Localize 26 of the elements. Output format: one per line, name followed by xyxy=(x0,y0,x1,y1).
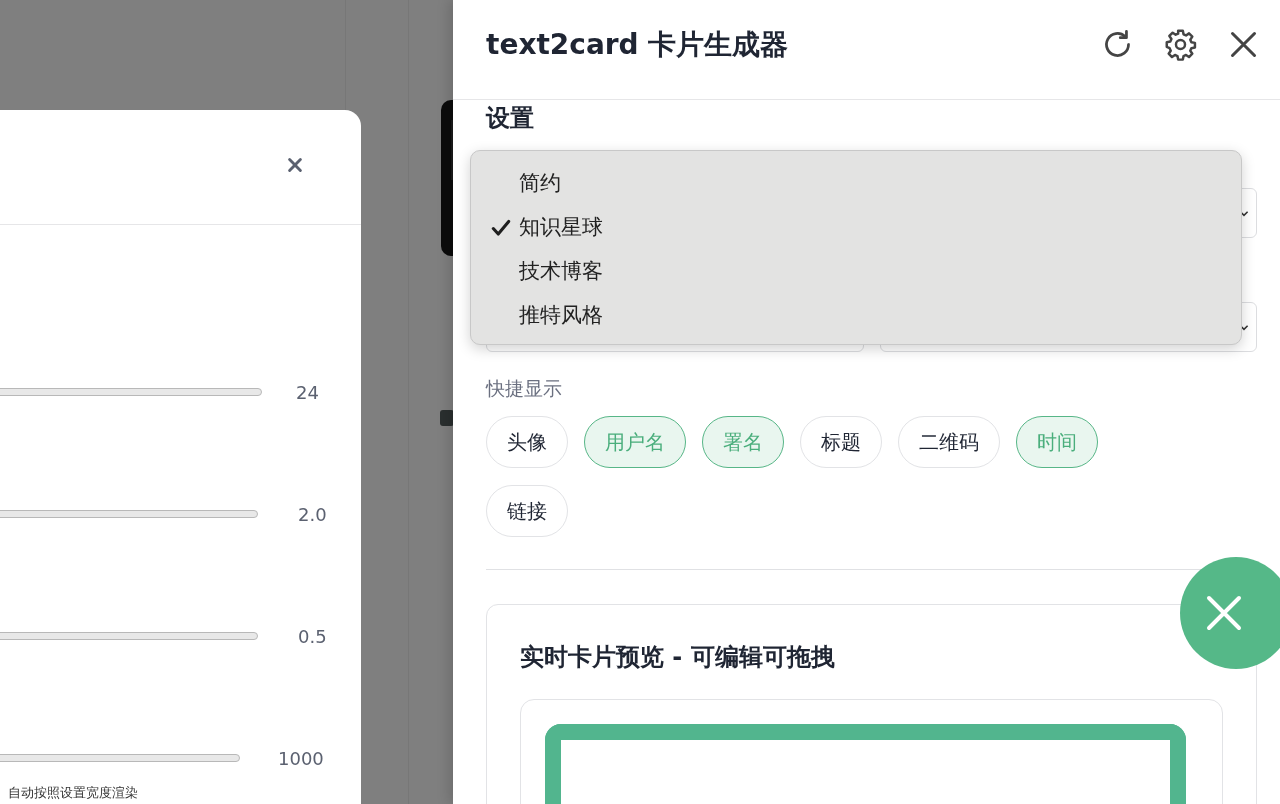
menu-option[interactable]: 知识星球 xyxy=(471,205,1241,249)
badge-icon xyxy=(440,410,454,426)
preview-title: 实时卡片预览 - 可编辑可拖拽 xyxy=(520,642,836,673)
close-icon xyxy=(1204,593,1244,633)
check-icon xyxy=(490,217,512,239)
slider-track[interactable] xyxy=(0,754,240,762)
settings-icon[interactable] xyxy=(1164,28,1197,61)
slider-track[interactable] xyxy=(0,632,258,640)
slider-track[interactable] xyxy=(0,388,262,396)
section-title: 设置 xyxy=(486,103,535,134)
menu-option[interactable]: 简约 xyxy=(471,161,1241,205)
toggle-chip[interactable]: 标题 xyxy=(800,416,882,468)
slider-track[interactable] xyxy=(0,510,258,518)
panel-title: text2card 卡片生成器 xyxy=(486,26,789,63)
note-text: 自动按照设置宽度渲染 xyxy=(8,784,138,802)
toggle-chip[interactable]: 头像 xyxy=(486,416,568,468)
menu-option[interactable]: 推特风格 xyxy=(471,293,1241,337)
slider-value: 0.5 xyxy=(298,625,327,647)
slider-value: 1000 xyxy=(278,747,324,769)
menu-option[interactable]: 技术博客 xyxy=(471,249,1241,293)
slider-value: 24 xyxy=(296,381,319,403)
toggle-chip[interactable]: 二维码 xyxy=(898,416,1000,468)
toggle-chip[interactable]: 链接 xyxy=(486,485,568,537)
slider-value: 2.0 xyxy=(298,503,327,525)
close-icon[interactable] xyxy=(286,156,304,174)
field-label: 快捷显示 xyxy=(486,376,563,401)
